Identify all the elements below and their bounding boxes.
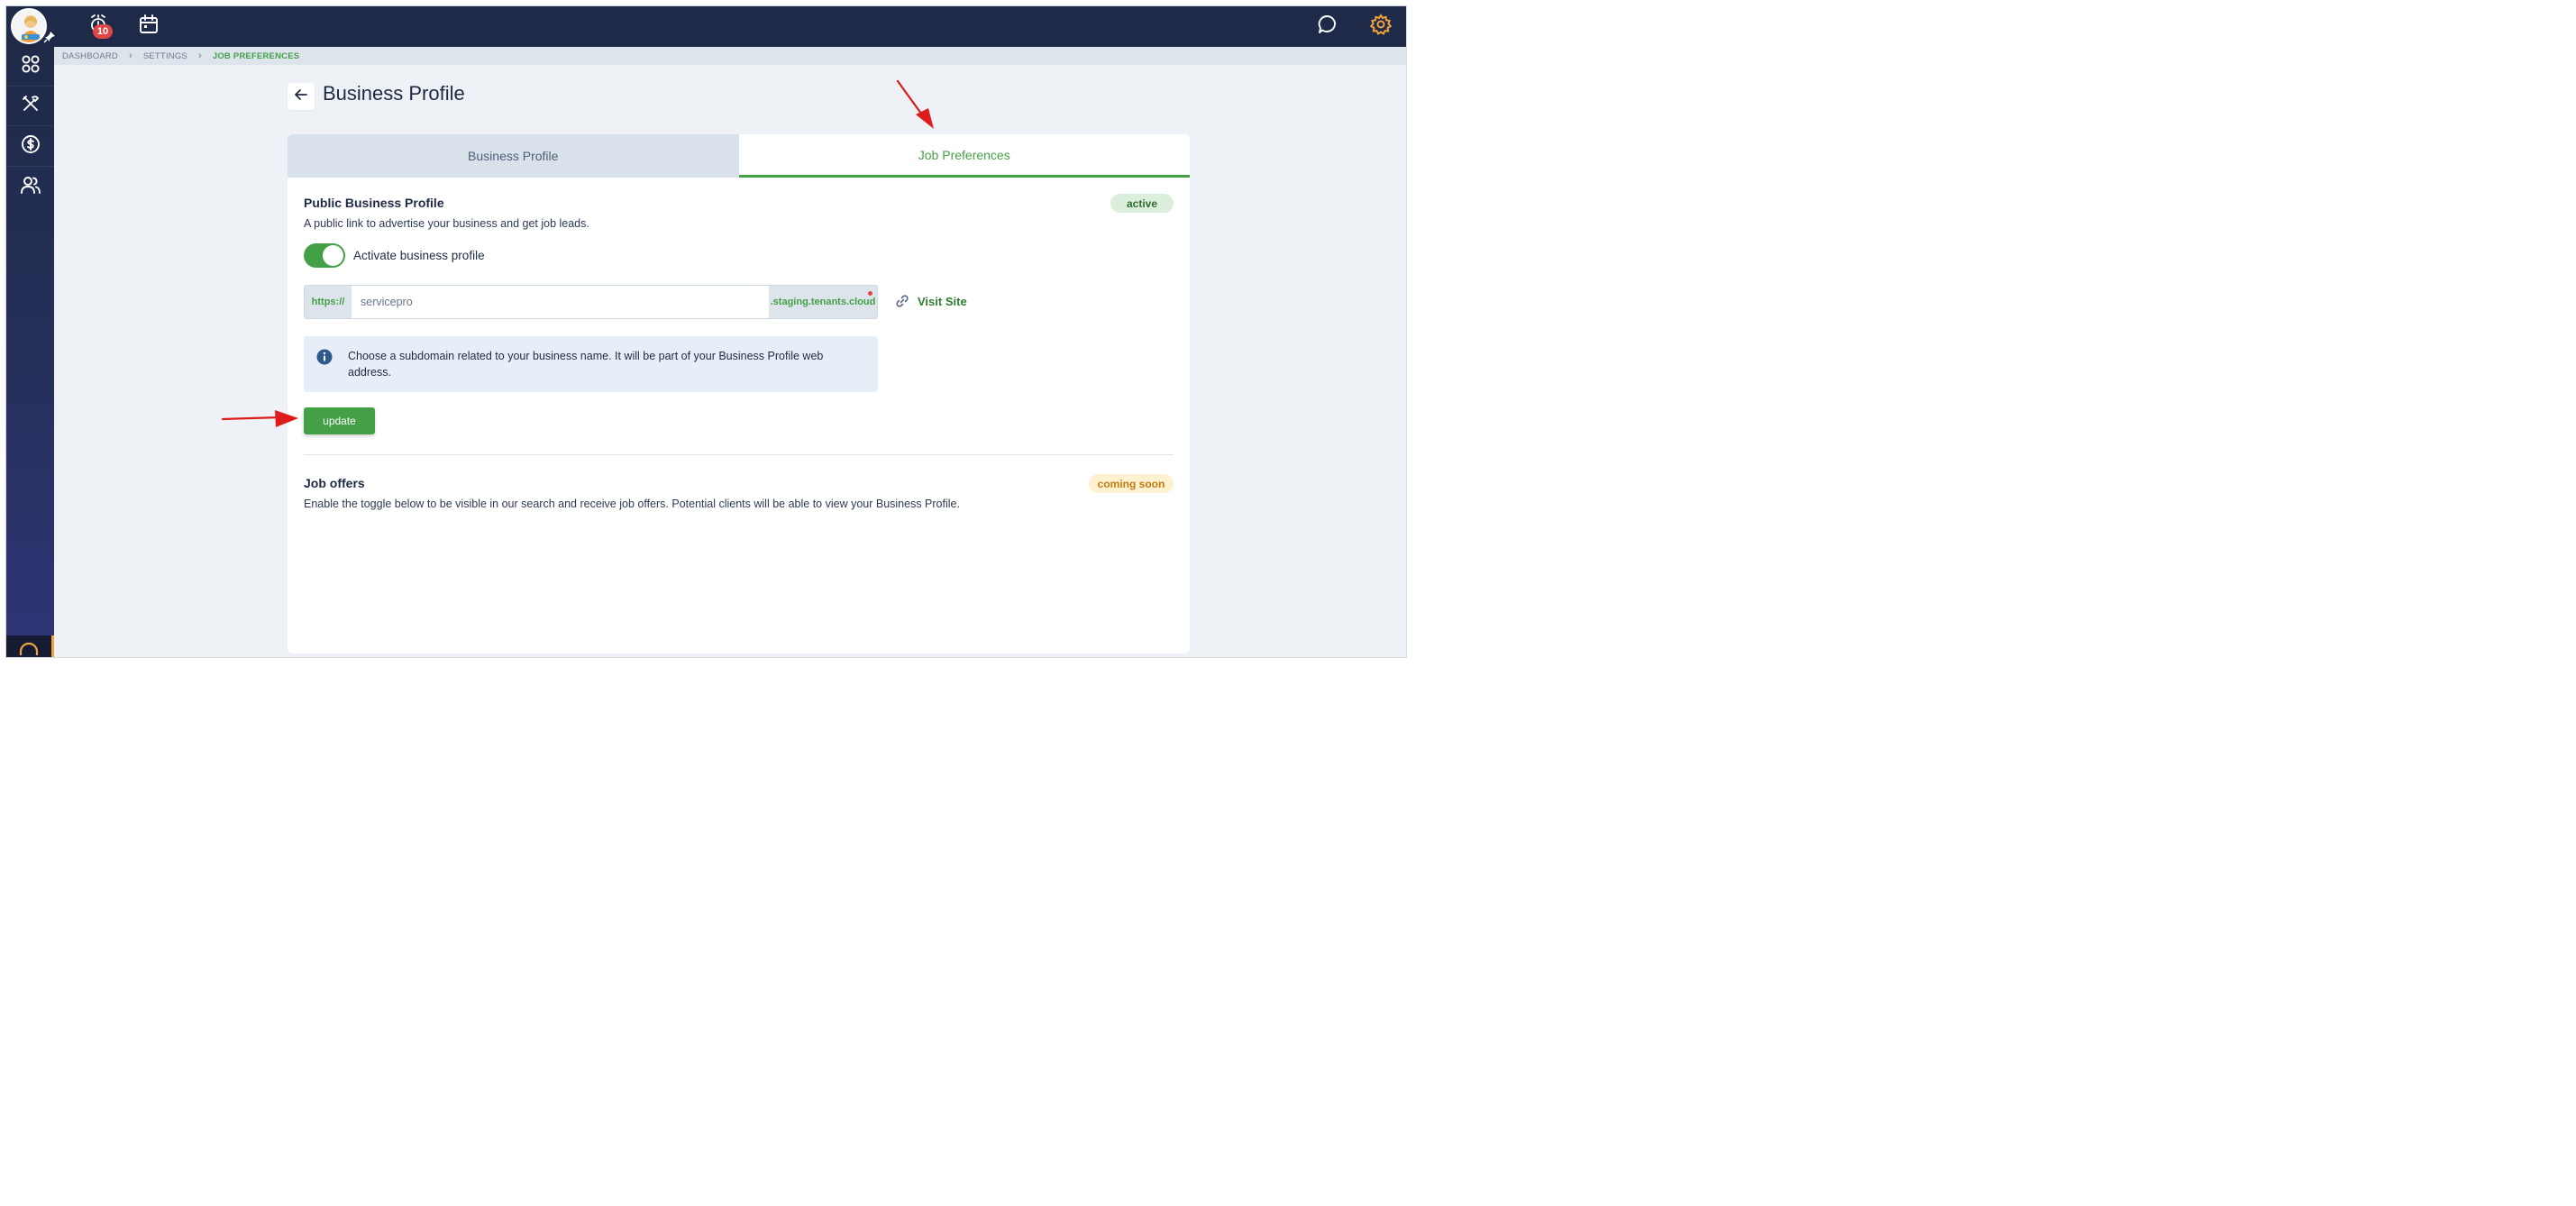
visit-site-link[interactable]: Visit Site xyxy=(895,294,967,308)
breadcrumb-settings[interactable]: SETTINGS xyxy=(143,51,187,61)
calendar-icon[interactable] xyxy=(137,13,160,36)
info-box: Choose a subdomain related to your busin… xyxy=(304,336,878,392)
annotation-arrow-down xyxy=(896,79,934,129)
sidebar xyxy=(6,47,54,657)
section-divider xyxy=(304,454,1174,455)
update-button[interactable]: update xyxy=(304,407,375,434)
tools-icon xyxy=(21,94,41,118)
url-suffix-text: .staging.tenants.cloud xyxy=(770,297,876,307)
support-button[interactable] xyxy=(6,635,54,657)
subdomain-field-group: https:// .staging.tenants.cloud xyxy=(304,285,878,319)
chat-icon[interactable] xyxy=(1316,13,1339,36)
job-offers-title: Job offers xyxy=(304,476,365,490)
settings-card: Business Profile Job Preferences Public … xyxy=(288,134,1190,653)
coming-soon-badge: coming soon xyxy=(1089,474,1174,493)
tab-bar: Business Profile Job Preferences xyxy=(288,134,1190,178)
sidebar-item-finance[interactable] xyxy=(6,127,54,167)
breadcrumb-dashboard[interactable]: DASHBOARD xyxy=(62,51,118,61)
url-suffix: .staging.tenants.cloud xyxy=(769,286,877,318)
info-text: Choose a subdomain related to your busin… xyxy=(348,350,824,379)
toggle-knob xyxy=(323,245,343,266)
public-profile-title: Public Business Profile xyxy=(304,196,444,210)
grid-icon xyxy=(21,54,41,78)
link-icon xyxy=(895,294,909,308)
tab-job-preferences[interactable]: Job Preferences xyxy=(738,134,1190,178)
public-profile-description: A public link to advertise your business… xyxy=(304,217,589,230)
job-offers-description: Enable the toggle below to be visible in… xyxy=(304,498,960,510)
activate-profile-toggle[interactable] xyxy=(304,243,345,268)
status-badge: active xyxy=(1110,194,1174,213)
required-dot xyxy=(868,291,872,296)
tab-business-profile[interactable]: Business Profile xyxy=(288,134,739,178)
breadcrumb: DASHBOARD › SETTINGS › JOB PREFERENCES xyxy=(54,47,1406,65)
pin-icon[interactable] xyxy=(43,31,56,43)
gear-icon[interactable] xyxy=(1369,13,1393,36)
avatar[interactable] xyxy=(11,8,47,44)
subdomain-input[interactable] xyxy=(352,286,769,318)
sidebar-item-people[interactable] xyxy=(6,167,54,206)
users-icon xyxy=(20,175,41,199)
headset-icon xyxy=(18,641,40,657)
arrow-left-icon xyxy=(294,87,308,106)
sidebar-item-tools[interactable] xyxy=(6,87,54,126)
top-bar: 10 xyxy=(6,6,1406,47)
toggle-label: Activate business profile xyxy=(353,249,485,262)
dollar-icon xyxy=(21,134,41,159)
url-prefix: https:// xyxy=(305,286,352,318)
back-button[interactable] xyxy=(288,83,315,110)
chevron-right-icon: › xyxy=(197,50,202,61)
app-window: 10 DASHBOARD › SETTINGS › JOB PREFERENCE… xyxy=(5,5,1407,658)
chevron-right-icon: › xyxy=(128,50,132,61)
visit-site-label: Visit Site xyxy=(918,294,967,308)
info-icon xyxy=(316,349,333,370)
sidebar-item-dashboard[interactable] xyxy=(6,47,54,87)
breadcrumb-current: JOB PREFERENCES xyxy=(212,50,300,61)
notification-count-badge: 10 xyxy=(93,24,113,39)
page-title: Business Profile xyxy=(323,82,465,105)
